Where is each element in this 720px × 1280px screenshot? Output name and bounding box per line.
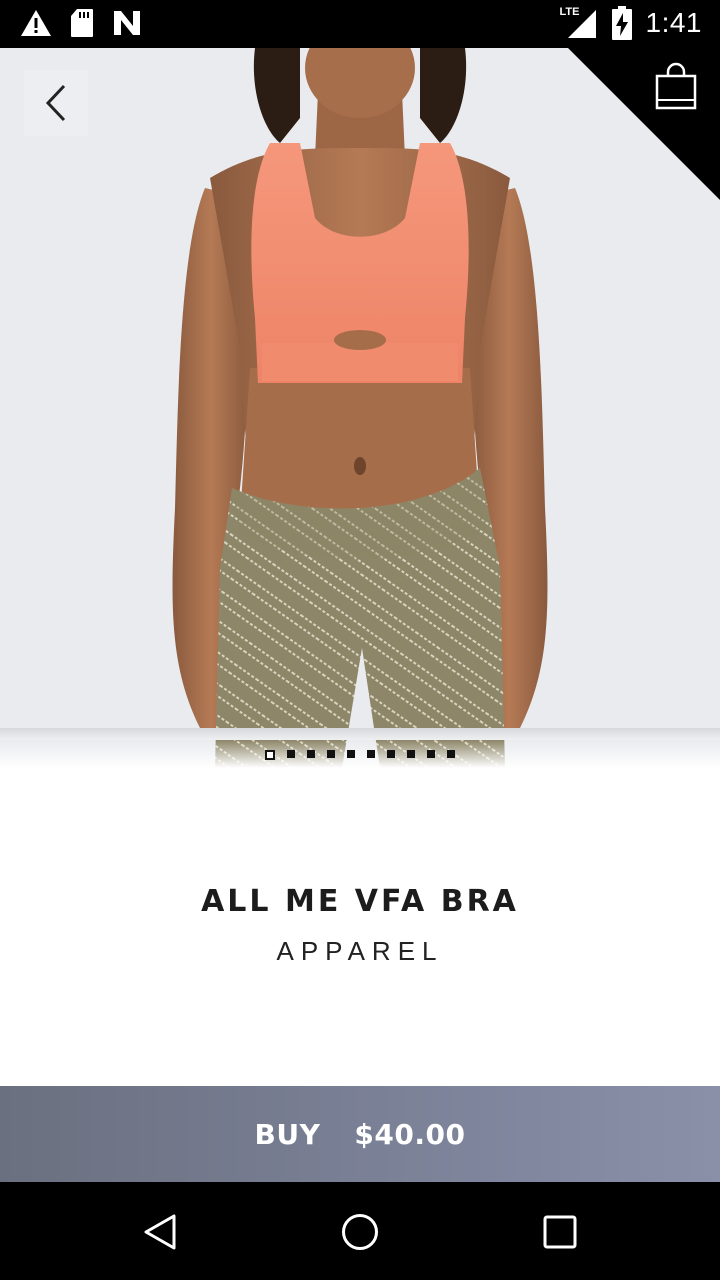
nav-home-button[interactable]	[332, 1204, 388, 1260]
chevron-left-icon	[45, 84, 66, 122]
cart-button[interactable]	[654, 62, 698, 110]
shopping-bag-icon	[655, 62, 697, 110]
carousel-dot[interactable]	[347, 750, 355, 758]
carousel-dot[interactable]	[427, 750, 435, 758]
carousel-dot[interactable]	[287, 750, 295, 758]
carousel-dot[interactable]	[387, 750, 395, 758]
system-icons: LTE 1:41	[560, 6, 703, 40]
n-icon	[114, 11, 140, 35]
clock: 1:41	[645, 7, 702, 38]
product-category: APPAREL	[276, 936, 444, 966]
carousel-dot[interactable]	[327, 750, 335, 758]
nav-recents-button[interactable]	[532, 1204, 588, 1260]
carousel-dot[interactable]	[265, 750, 275, 760]
notification-icons	[20, 8, 142, 38]
carousel-dot[interactable]	[367, 750, 375, 758]
battery-charging-icon	[611, 6, 632, 40]
carousel-dot[interactable]	[307, 750, 315, 758]
warning-icon	[21, 10, 51, 36]
product-name: ALL ME VFA BRA	[201, 884, 519, 919]
buy-button[interactable]: BUY $40.00	[0, 1086, 720, 1182]
carousel-indicator	[0, 750, 720, 760]
sd-card-icon	[71, 9, 93, 37]
back-button[interactable]	[24, 70, 88, 136]
home-circle-icon	[342, 1214, 378, 1250]
recents-square-icon	[543, 1215, 577, 1249]
system-nav-bar	[0, 1182, 720, 1280]
carousel-dot[interactable]	[407, 750, 415, 758]
nav-back-button[interactable]	[132, 1204, 188, 1260]
signal-icon: LTE	[560, 6, 598, 40]
back-triangle-icon	[144, 1214, 176, 1250]
floor-line	[0, 728, 720, 740]
status-bar: LTE 1:41	[0, 0, 720, 48]
buy-label: BUY	[254, 1117, 321, 1151]
price-label: $40.00	[354, 1117, 466, 1151]
carousel-dot[interactable]	[447, 750, 455, 758]
